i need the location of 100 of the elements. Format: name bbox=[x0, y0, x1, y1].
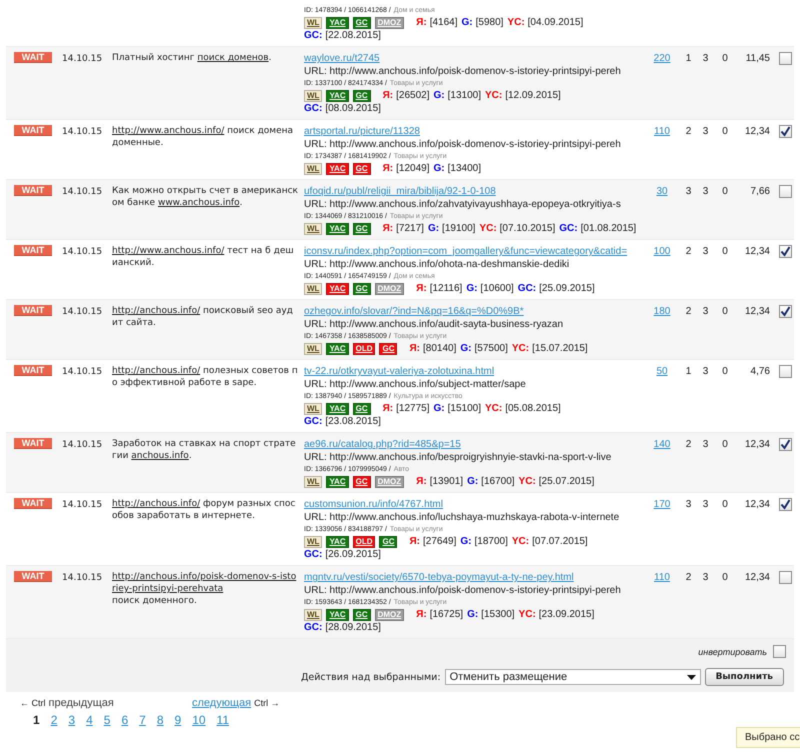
checkbox[interactable] bbox=[778, 438, 792, 451]
checkbox[interactable] bbox=[773, 645, 786, 658]
price-link[interactable]: 100 bbox=[654, 245, 670, 258]
page-link[interactable]: 9 bbox=[174, 713, 182, 727]
status-badge: WAIT bbox=[14, 245, 52, 256]
checkbox[interactable] bbox=[778, 498, 792, 511]
description-link[interactable]: anchous.info bbox=[131, 450, 189, 462]
metric-label: YC: bbox=[479, 222, 497, 235]
site-link[interactable]: tv-22.ru/otkryvayut-valeriya-zolotuxina.html bbox=[304, 365, 494, 378]
description-link[interactable]: www.anchous.info bbox=[158, 197, 240, 209]
metric-value: [12116] bbox=[430, 282, 462, 295]
metric-label: G: bbox=[467, 608, 478, 621]
metric-value: [01.08.2015] bbox=[580, 222, 636, 235]
index-badge: YAC bbox=[326, 222, 349, 234]
price-link[interactable]: 50 bbox=[656, 365, 668, 378]
page-link[interactable]: 10 bbox=[192, 713, 206, 727]
checkbox[interactable] bbox=[778, 305, 792, 318]
site-link[interactable]: ozhegov.info/slovar/?ind=N&pq=16&q=%D0%9B* bbox=[304, 305, 524, 318]
price-link[interactable]: 170 bbox=[654, 498, 670, 511]
description-link[interactable]: http://www.anchous.info/ bbox=[112, 125, 224, 137]
checkbox[interactable] bbox=[778, 185, 792, 198]
page-link[interactable]: 7 bbox=[139, 713, 146, 727]
metric-value: [23.09.2015] bbox=[538, 608, 594, 621]
action-dropdown[interactable]: Отменить размещение bbox=[444, 669, 701, 685]
amount-cell-text: 12,34 bbox=[744, 571, 771, 584]
price-link[interactable]: 180 bbox=[654, 305, 670, 318]
count-cell-text: 0 bbox=[721, 438, 729, 451]
checkbox[interactable] bbox=[778, 571, 792, 584]
index-badge: GC bbox=[352, 608, 371, 620]
page-link[interactable]: 3 bbox=[68, 713, 76, 727]
page-link[interactable]: 6 bbox=[121, 713, 128, 727]
checkbox[interactable] bbox=[778, 125, 792, 138]
index-badge: WL bbox=[304, 16, 322, 28]
description-link[interactable]: http://anchous.info/ bbox=[112, 498, 200, 510]
index-badge: GC bbox=[352, 402, 371, 414]
status-badge: WAIT bbox=[14, 305, 52, 316]
count-cell-text: 0 bbox=[721, 498, 729, 511]
status-badge: WAIT bbox=[14, 498, 52, 509]
amount-cell-text: 4,76 bbox=[750, 365, 771, 378]
metric-value: [19100] bbox=[442, 222, 476, 235]
count-cell-text: 1 bbox=[684, 52, 692, 65]
index-badge: DMOZ bbox=[374, 16, 404, 28]
description-link[interactable]: http://anchous.info/ bbox=[112, 305, 200, 317]
page-link[interactable]: 1 bbox=[33, 713, 40, 727]
next-link[interactable]: следующая bbox=[192, 697, 252, 709]
index-badge: YAC bbox=[326, 402, 349, 414]
price-link[interactable]: 220 bbox=[654, 52, 670, 65]
page-link[interactable]: 11 bbox=[216, 713, 230, 727]
checkbox[interactable] bbox=[778, 52, 792, 65]
metric-value: [07.10.2015] bbox=[500, 222, 556, 235]
checkbox[interactable] bbox=[778, 245, 792, 258]
site-link[interactable]: customsunion.ru/info/4767.html bbox=[304, 498, 443, 511]
count-cell-text: 2 bbox=[684, 571, 692, 584]
amount-cell-text: 12,34 bbox=[744, 498, 771, 511]
date: 14.10.15 bbox=[62, 307, 102, 317]
price-link[interactable]: 110 bbox=[654, 571, 670, 584]
date: 14.10.15 bbox=[62, 247, 102, 257]
metric-label: G: bbox=[428, 222, 440, 235]
index-badge: YAC bbox=[326, 90, 349, 102]
date: 14.10.15 bbox=[62, 440, 102, 450]
page-link[interactable]: 8 bbox=[156, 713, 164, 727]
price-link[interactable]: 30 bbox=[656, 185, 668, 198]
index-badge: GC bbox=[352, 162, 371, 174]
url-text: URL: http://www.anchous.info/besproigryishnyie-stavki-na-sport-v-live bbox=[304, 451, 612, 464]
metric-value: [28.09.2015] bbox=[325, 621, 381, 634]
count-cell-text: 2 bbox=[684, 305, 692, 318]
execute-button[interactable]: Выполнить bbox=[704, 668, 784, 686]
status-badge: WAIT bbox=[14, 185, 52, 196]
site-link[interactable]: iconsv.ru/index.php?option=com_joomgallery&func=viewcategory&catid= bbox=[304, 245, 628, 258]
description-link[interactable]: поиск доменов bbox=[197, 52, 269, 64]
metric-label: YC: bbox=[518, 475, 536, 488]
metric-value: [15300] bbox=[481, 608, 515, 621]
metric-label: Я: bbox=[409, 342, 420, 355]
metric-value: [22.08.2015] bbox=[325, 29, 381, 42]
site-link[interactable]: ae96.ru/catalog.php?rid=485&p=15 bbox=[304, 438, 461, 451]
index-badge: GC bbox=[352, 476, 371, 488]
site-link[interactable]: mgntv.ru/vesti/society/6570-tebya-poymayut-a-ty-ne-pey.html bbox=[304, 571, 574, 584]
site-link[interactable]: artsportal.ru/picture/11328 bbox=[304, 125, 420, 138]
price-link[interactable]: 140 bbox=[654, 438, 670, 451]
count-cell-text: 0 bbox=[721, 365, 729, 378]
status-badge: WAIT bbox=[14, 365, 52, 376]
site-link[interactable]: waylove.ru/t2745 bbox=[304, 52, 380, 65]
description-link[interactable]: http://anchous.info/ bbox=[112, 365, 200, 377]
page-link[interactable]: 2 bbox=[50, 713, 58, 727]
metric-label: GC: bbox=[304, 102, 322, 115]
metric-value: [4164] bbox=[430, 16, 458, 29]
row-description: http://anchous.info/ форум разных способов заработать в интернете. bbox=[112, 498, 296, 522]
status-badge: WAIT bbox=[14, 52, 52, 63]
date: 14.10.15 bbox=[62, 54, 102, 64]
count-cell-text: 0 bbox=[721, 245, 729, 258]
checkbox[interactable] bbox=[778, 365, 792, 378]
metric-value: [16700] bbox=[481, 475, 515, 488]
metric-value: [25.09.2015] bbox=[539, 282, 595, 295]
price-link[interactable]: 110 bbox=[654, 125, 670, 138]
page-link[interactable]: 4 bbox=[86, 713, 93, 727]
page-link[interactable]: 5 bbox=[104, 713, 110, 727]
metric-value: [80140] bbox=[423, 342, 456, 355]
index-badge: YAC bbox=[326, 342, 349, 354]
description-link[interactable]: http://www.anchous.info/ bbox=[112, 245, 224, 257]
site-link[interactable]: ufoqid.ru/publ/religii_mira/biblija/92-1-0-108 bbox=[304, 185, 496, 198]
